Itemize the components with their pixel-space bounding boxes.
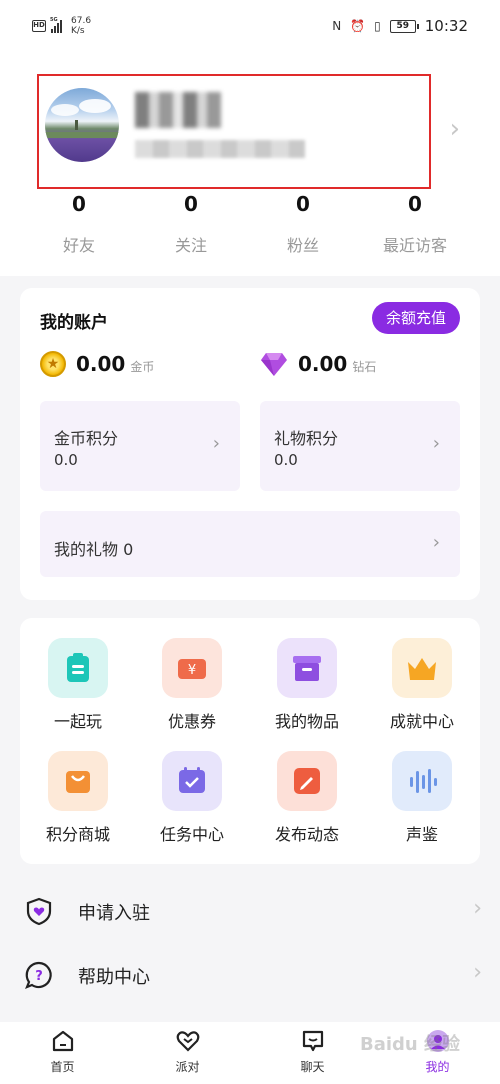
coin-points-tile[interactable]: 金币积分 0.0 › xyxy=(40,401,240,491)
coin-balance: ★ 0.00 金币 xyxy=(40,351,154,377)
stat-value: 0 xyxy=(72,192,86,216)
vibrate-icon: ▯ xyxy=(374,19,381,33)
chat-icon xyxy=(300,1028,326,1054)
feature-grid: 一起玩 ¥ 优惠券 我的物品 成就中心 积分商城 任务中心 发布动态 声鉴 xyxy=(20,618,480,864)
avatar[interactable] xyxy=(45,88,119,162)
account-card: 我的账户 余额充值 ★ 0.00 金币 0.00 钻石 金币积分 0.0 › 礼… xyxy=(20,288,480,600)
chevron-right-icon: › xyxy=(432,532,440,553)
nav-label: 首页 xyxy=(50,1060,75,1074)
apply-entry-row[interactable]: 申请入驻 › xyxy=(0,882,500,942)
shield-heart-icon xyxy=(24,896,54,926)
hd-badge: HD xyxy=(32,20,46,32)
crown-icon xyxy=(392,638,452,698)
user-id-blurred xyxy=(135,140,305,158)
gift-points-value: 0.0 xyxy=(274,451,298,469)
grid-label: 声鉴 xyxy=(405,825,438,844)
nav-label: 我的 xyxy=(425,1060,450,1074)
signal-icon: 5G xyxy=(50,16,62,33)
help-bubble-icon: ? xyxy=(24,960,54,990)
box-icon xyxy=(277,638,337,698)
grid-item-points-mall[interactable]: 积分商城 xyxy=(28,751,128,845)
grid-item-achievements[interactable]: 成就中心 xyxy=(372,638,472,732)
chevron-right-icon: › xyxy=(212,433,220,454)
my-gifts-tile[interactable]: 我的礼物 0 › xyxy=(40,511,460,577)
chevron-right-icon: › xyxy=(473,896,482,921)
alarm-icon: ⏰ xyxy=(350,19,366,33)
stat-value: 0 xyxy=(184,192,198,216)
diamond-unit: 钻石 xyxy=(352,359,377,374)
grid-item-coupons[interactable]: ¥ 优惠券 xyxy=(142,638,242,732)
speed-value: 67.6 xyxy=(71,16,92,26)
chevron-right-icon: › xyxy=(473,960,482,985)
row-label: 申请入驻 xyxy=(78,903,150,924)
grid-item-my-items[interactable]: 我的物品 xyxy=(257,638,357,732)
nav-label: 聊天 xyxy=(300,1060,325,1074)
stat-value: 0 xyxy=(296,192,310,216)
chevron-right-icon: › xyxy=(432,433,440,454)
grid-item-task-center[interactable]: 任务中心 xyxy=(142,751,242,845)
nav-party[interactable]: 派对 xyxy=(125,1022,250,1084)
nav-chat[interactable]: 聊天 xyxy=(250,1022,375,1084)
sound-wave-icon xyxy=(392,751,452,811)
watermark: Baidu 经验 xyxy=(359,1034,460,1055)
grid-label: 一起玩 xyxy=(53,712,102,731)
diamond-balance: 0.00 钻石 xyxy=(260,351,376,377)
calendar-check-icon xyxy=(162,751,222,811)
gift-points-label: 礼物积分 xyxy=(274,429,339,448)
grid-item-voice-test[interactable]: 声鉴 xyxy=(372,751,472,845)
chevron-right-icon[interactable]: › xyxy=(450,114,460,144)
svg-text:?: ? xyxy=(35,969,43,984)
profile-header: › 0 好友 0 关注 0 粉丝 0 最近访客 xyxy=(0,56,500,276)
profile-card[interactable] xyxy=(37,74,431,189)
edit-icon xyxy=(277,751,337,811)
coupon-icon: ¥ xyxy=(162,638,222,698)
grid-label: 任务中心 xyxy=(159,825,224,844)
grid-item-post-update[interactable]: 发布动态 xyxy=(257,751,357,845)
heart-icon xyxy=(175,1028,201,1054)
status-bar: HD 5G 67.6 K/s N ⏰ ▯ 59 10:32 xyxy=(0,0,500,56)
coin-icon: ★ xyxy=(40,351,66,377)
my-gifts-label: 我的礼物 0 xyxy=(54,540,134,559)
battery-icon: 59 xyxy=(389,19,419,33)
stat-label: 粉丝 xyxy=(286,236,319,255)
clipboard-icon xyxy=(48,638,108,698)
grid-label: 优惠券 xyxy=(167,712,216,731)
stat-value: 0 xyxy=(408,192,422,216)
stat-friends[interactable]: 0 好友 xyxy=(23,190,135,256)
network-type: 5G xyxy=(50,16,58,23)
grid-label: 成就中心 xyxy=(389,712,454,731)
svg-text:¥: ¥ xyxy=(188,663,196,678)
coin-amount: 0.00 xyxy=(76,352,126,376)
clock: 10:32 xyxy=(424,17,468,35)
home-icon xyxy=(50,1028,76,1054)
recharge-button[interactable]: 余额充值 xyxy=(372,302,460,334)
stat-following[interactable]: 0 关注 xyxy=(135,190,247,256)
diamond-amount: 0.00 xyxy=(298,352,348,376)
help-center-row[interactable]: ? 帮助中心 › xyxy=(0,946,500,1006)
nfc-icon: N xyxy=(332,19,342,33)
stat-visitors[interactable]: 0 最近访客 xyxy=(359,190,471,256)
stat-label: 好友 xyxy=(62,236,95,255)
nav-home[interactable]: 首页 xyxy=(0,1022,125,1084)
stat-fans[interactable]: 0 粉丝 xyxy=(247,190,359,256)
gift-points-tile[interactable]: 礼物积分 0.0 › xyxy=(260,401,460,491)
nav-label: 派对 xyxy=(175,1060,200,1074)
row-label: 帮助中心 xyxy=(78,967,150,988)
stat-label: 关注 xyxy=(174,236,207,255)
grid-label: 我的物品 xyxy=(274,712,339,731)
speed-unit: K/s xyxy=(71,26,85,36)
diamond-icon xyxy=(260,351,288,377)
stats-row: 0 好友 0 关注 0 粉丝 0 最近访客 xyxy=(0,190,500,256)
coin-unit: 金币 xyxy=(130,359,155,374)
coin-points-label: 金币积分 xyxy=(54,429,119,448)
grid-label: 积分商城 xyxy=(45,825,110,844)
grid-item-play-together[interactable]: 一起玩 xyxy=(28,638,128,732)
network-speed: 67.6 K/s xyxy=(71,16,91,36)
grid-label: 发布动态 xyxy=(274,825,339,844)
shopping-bag-icon xyxy=(48,751,108,811)
username-blurred xyxy=(135,92,221,128)
stat-label: 最近访客 xyxy=(382,236,447,255)
coin-points-value: 0.0 xyxy=(54,451,78,469)
account-title: 我的账户 xyxy=(40,313,108,333)
